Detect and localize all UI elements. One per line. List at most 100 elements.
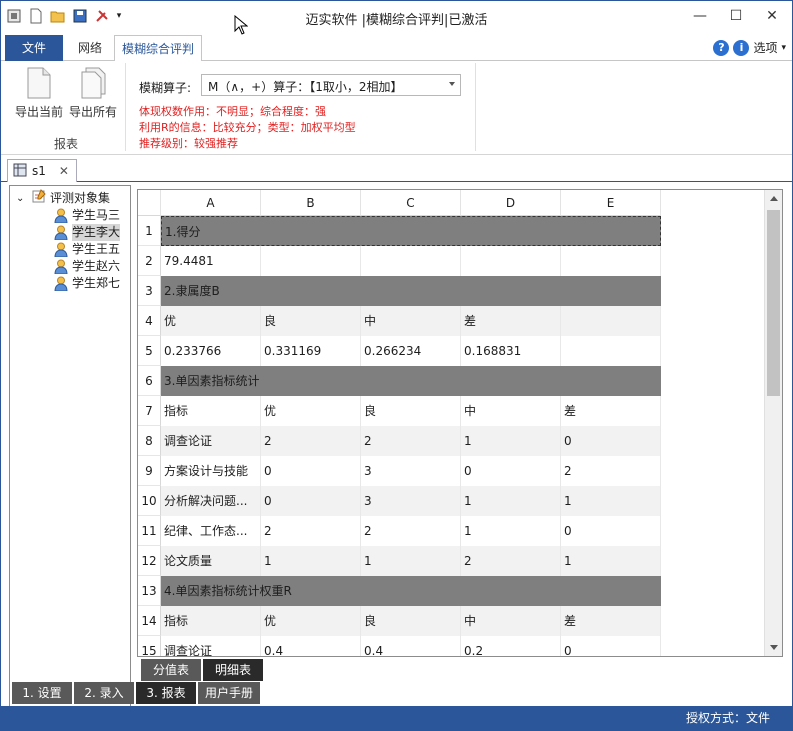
table-cell[interactable]: 0.4 xyxy=(261,636,361,656)
table-cell[interactable]: 1 xyxy=(561,486,661,516)
row-header[interactable]: 4 xyxy=(138,306,161,336)
row-header[interactable]: 3 xyxy=(138,276,161,306)
row-header[interactable]: 11 xyxy=(138,516,161,546)
export-current-button[interactable]: 导出当前 xyxy=(11,67,67,120)
info-icon[interactable]: i xyxy=(733,39,750,56)
table-cell[interactable]: 0.4 xyxy=(361,636,461,656)
tree-item-selected[interactable]: 学生李大 xyxy=(54,224,121,241)
tree-root[interactable]: ⌄ 评测对象集 xyxy=(16,189,110,207)
table-cell[interactable]: 纪律、工作态... xyxy=(161,516,261,546)
table-cell[interactable]: 优 xyxy=(261,606,361,636)
tree-item[interactable]: 学生郑七 xyxy=(54,275,120,292)
tree-item[interactable]: 学生王五 xyxy=(54,241,120,258)
table-cell[interactable]: 2 xyxy=(261,426,361,456)
table-cell[interactable]: 79.4481 xyxy=(161,246,261,276)
table-cell[interactable]: 2.隶属度B xyxy=(161,276,661,306)
row-header[interactable]: 5 xyxy=(138,336,161,366)
column-header[interactable]: D xyxy=(461,190,561,216)
table-cell[interactable]: 中 xyxy=(461,606,561,636)
table-cell[interactable] xyxy=(461,246,561,276)
table-cell[interactable]: 0.331169 xyxy=(261,336,361,366)
doc-tab-s1[interactable]: s1 ✕ xyxy=(7,159,77,182)
table-cell[interactable]: 调查论证 xyxy=(161,636,261,656)
sheet-tab-detail[interactable]: 明细表 xyxy=(203,659,263,681)
row-header[interactable]: 13 xyxy=(138,576,161,606)
table-cell[interactable]: 中 xyxy=(461,396,561,426)
bottom-tab-manual[interactable]: 用户手册 xyxy=(198,682,260,704)
table-cell[interactable]: 3 xyxy=(361,486,461,516)
table-cell[interactable]: 指标 xyxy=(161,606,261,636)
table-cell[interactable]: 1 xyxy=(461,516,561,546)
row-header[interactable]: 7 xyxy=(138,396,161,426)
row-header[interactable]: 10 xyxy=(138,486,161,516)
tab-file[interactable]: 文件 xyxy=(5,35,63,61)
table-cell[interactable]: 0 xyxy=(561,426,661,456)
table-cell[interactable]: 0.168831 xyxy=(461,336,561,366)
table-cell[interactable]: 1 xyxy=(361,546,461,576)
row-header[interactable]: 12 xyxy=(138,546,161,576)
table-cell[interactable]: 0.2 xyxy=(461,636,561,656)
table-cell[interactable]: 0 xyxy=(561,636,661,656)
table-cell[interactable]: 良 xyxy=(261,306,361,336)
column-header[interactable]: A xyxy=(161,190,261,216)
table-cell[interactable]: 0 xyxy=(461,456,561,486)
table-cell[interactable]: 良 xyxy=(361,606,461,636)
table-cell[interactable]: 方案设计与技能 xyxy=(161,456,261,486)
table-cell[interactable]: 0.233766 xyxy=(161,336,261,366)
table-cell[interactable]: 2 xyxy=(461,546,561,576)
table-cell[interactable]: 差 xyxy=(561,396,661,426)
table-cell[interactable]: 2 xyxy=(561,456,661,486)
table-cell[interactable]: 4.单因素指标统计权重R xyxy=(161,576,661,606)
table-cell[interactable]: 1 xyxy=(261,546,361,576)
vertical-scrollbar[interactable] xyxy=(764,190,782,656)
table-cell[interactable]: 2 xyxy=(261,516,361,546)
table-cell[interactable]: 优 xyxy=(261,396,361,426)
table-cell[interactable]: 0 xyxy=(561,516,661,546)
chevron-down-icon[interactable]: ▾ xyxy=(781,43,786,53)
table-cell[interactable]: 中 xyxy=(361,306,461,336)
export-all-button[interactable]: 导出所有 xyxy=(65,67,121,120)
help-icon[interactable]: ? xyxy=(713,39,730,56)
table-cell[interactable]: 指标 xyxy=(161,396,261,426)
table-cell[interactable] xyxy=(261,246,361,276)
corner-header[interactable] xyxy=(138,190,161,216)
table-cell[interactable]: 优 xyxy=(161,306,261,336)
scroll-up-icon[interactable] xyxy=(770,196,778,201)
maximize-button[interactable]: ☐ xyxy=(718,1,754,31)
column-header[interactable]: B xyxy=(261,190,361,216)
column-header[interactable]: E xyxy=(561,190,661,216)
scrollbar-thumb[interactable] xyxy=(767,210,780,396)
table-cell[interactable]: 差 xyxy=(461,306,561,336)
bottom-tab-input[interactable]: 2. 录入 xyxy=(74,682,134,704)
close-button[interactable]: ✕ xyxy=(754,1,790,31)
table-cell[interactable]: 1 xyxy=(461,486,561,516)
table-cell[interactable] xyxy=(561,306,661,336)
table-cell[interactable]: 调查论证 xyxy=(161,426,261,456)
table-cell[interactable]: 分析解决问题... xyxy=(161,486,261,516)
minimize-button[interactable]: — xyxy=(682,1,718,31)
row-header[interactable]: 6 xyxy=(138,366,161,396)
table-cell[interactable] xyxy=(361,246,461,276)
table-cell[interactable]: 2 xyxy=(361,426,461,456)
table-cell[interactable]: 0 xyxy=(261,456,361,486)
table-cell[interactable]: 良 xyxy=(361,396,461,426)
table-cell[interactable]: 3 xyxy=(361,456,461,486)
row-header[interactable]: 9 xyxy=(138,456,161,486)
table-cell[interactable]: 0.266234 xyxy=(361,336,461,366)
operator-dropdown[interactable]: M（∧，+）算子：【1取小，2相加】 xyxy=(201,74,461,96)
tree-item[interactable]: 学生马三 xyxy=(54,207,120,224)
options-menu[interactable]: 选项 xyxy=(753,39,777,56)
table-cell[interactable]: 2 xyxy=(361,516,461,546)
row-header[interactable]: 2 xyxy=(138,246,161,276)
table-cell[interactable]: 1.得分 xyxy=(162,217,662,247)
scroll-down-icon[interactable] xyxy=(770,645,778,650)
sheet-tab-score[interactable]: 分值表 xyxy=(141,659,201,681)
table-cell[interactable]: 差 xyxy=(561,606,661,636)
table-cell[interactable]: 1 xyxy=(461,426,561,456)
bottom-tab-settings[interactable]: 1. 设置 xyxy=(12,682,72,704)
table-cell[interactable]: 3.单因素指标统计 xyxy=(161,366,661,396)
tree-item[interactable]: 学生赵六 xyxy=(54,258,120,275)
row-header[interactable]: 8 xyxy=(138,426,161,456)
column-header[interactable]: C xyxy=(361,190,461,216)
close-icon[interactable]: ✕ xyxy=(59,164,69,178)
